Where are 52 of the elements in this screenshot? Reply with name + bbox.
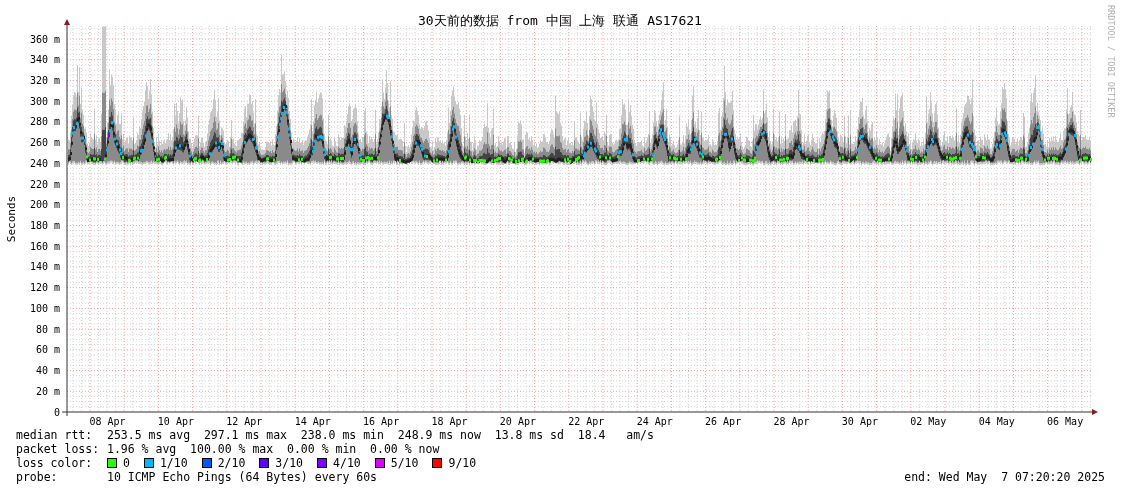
y-tick-label: 260 m bbox=[29, 137, 60, 149]
legend-item-label: 9/10 bbox=[448, 456, 477, 470]
probe-label: probe: bbox=[16, 470, 59, 484]
x-tick-label: 24 Apr bbox=[636, 416, 673, 427]
x-tick-label: 30 Apr bbox=[841, 416, 878, 427]
y-tick-label: 80 m bbox=[35, 323, 60, 335]
y-tick-label: 60 m bbox=[35, 344, 60, 356]
y-tick-label: 160 m bbox=[29, 240, 60, 252]
y-tick-label: 0 bbox=[53, 406, 60, 418]
legend-item-label: 4/10 bbox=[333, 456, 361, 470]
stat-values: 253.5 ms avg 297.1 ms max 238.0 ms min 248.9 ms now 13.8 ms sd 18.4 am/s bbox=[107, 428, 654, 442]
y-tick-label: 120 m bbox=[29, 282, 60, 294]
end-time: end: Wed May 7 07:20:20 2025 bbox=[904, 470, 1105, 484]
legend-item-label: 2/10 bbox=[217, 456, 246, 470]
stat-label: median rtt: bbox=[16, 428, 94, 442]
probe-description: 10 ICMP Echo Pings (64 Bytes) every 60s bbox=[107, 470, 378, 484]
stat-values: 1.96 % avg 100.00 % max 0.00 % min 0.00 % now bbox=[107, 442, 440, 456]
y-tick-label: 300 m bbox=[29, 95, 60, 107]
y-tick-label: 220 m bbox=[29, 178, 60, 190]
y-tick-label: 100 m bbox=[29, 302, 60, 314]
credit-text: RRDTOOL / TOBI OETIKER bbox=[1106, 5, 1116, 118]
y-tick-label: 40 m bbox=[35, 365, 60, 377]
y-axis-label: Seconds bbox=[5, 195, 18, 243]
y-tick-label: 280 m bbox=[29, 116, 60, 128]
x-tick-label: 18 Apr bbox=[431, 416, 468, 427]
legend-item-label: 3/10 bbox=[275, 456, 304, 470]
y-tick-label: 200 m bbox=[29, 199, 60, 211]
y-tick-label: 140 m bbox=[29, 261, 60, 273]
x-tick-label: 08 Apr bbox=[89, 416, 126, 427]
x-tick-label: 06 May bbox=[1047, 416, 1084, 427]
x-tick-label: 22 Apr bbox=[568, 416, 605, 427]
x-tick-label: 20 Apr bbox=[499, 416, 536, 427]
y-tick-label: 180 m bbox=[29, 220, 60, 231]
legend-item-label: 1/10 bbox=[159, 456, 188, 470]
x-tick-label: 14 Apr bbox=[294, 416, 331, 427]
x-tick-label: 10 Apr bbox=[157, 416, 194, 427]
y-tick-label: 20 m bbox=[35, 385, 60, 397]
legend-item-label: 0 bbox=[123, 456, 130, 470]
x-tick-label: 16 Apr bbox=[363, 416, 400, 427]
legend-item-label: 5/10 bbox=[390, 456, 419, 470]
chart-title: 30天前的数据 from 中国 上海 联通 AS17621 bbox=[418, 13, 702, 28]
x-tick-label: 04 May bbox=[978, 416, 1015, 427]
y-tick-label: 240 m bbox=[29, 157, 60, 169]
x-tick-label: 28 Apr bbox=[773, 416, 810, 427]
y-tick-label: 320 m bbox=[29, 74, 60, 86]
y-tick-label: 340 m bbox=[29, 54, 60, 66]
stat-label: packet loss: bbox=[16, 442, 101, 456]
x-tick-label: 12 Apr bbox=[226, 416, 263, 427]
y-tick-label: 360 m bbox=[29, 33, 60, 45]
x-tick-label: 26 Apr bbox=[705, 416, 742, 427]
legend-label: loss color: bbox=[16, 456, 94, 470]
x-tick-label: 02 May bbox=[910, 416, 947, 427]
